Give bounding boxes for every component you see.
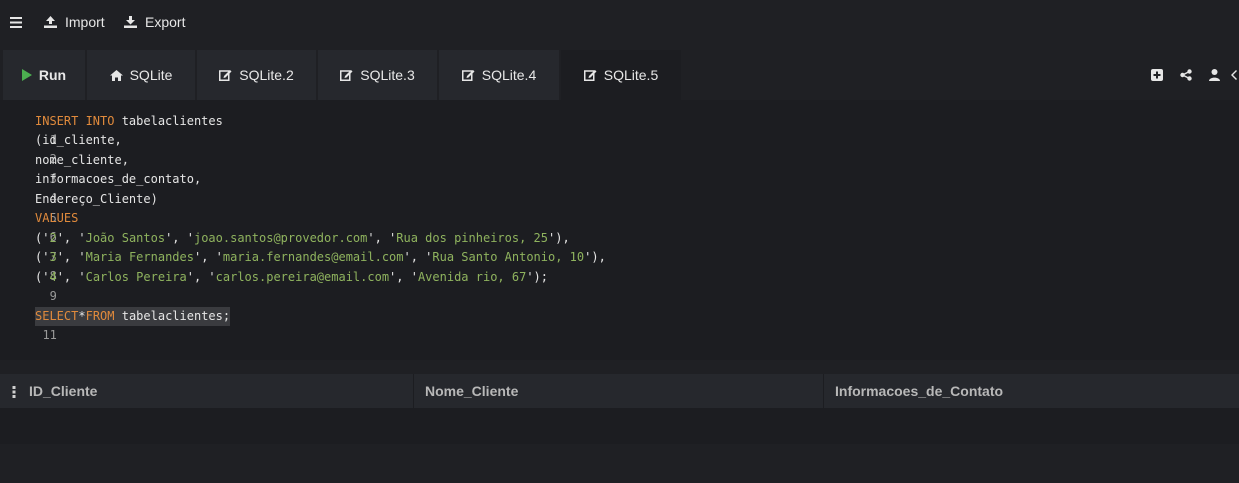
- code-line: 10: [0, 287, 56, 322]
- tab-label: SQLite.5: [603, 67, 659, 83]
- code-line: 2 (id_cliente,: [0, 131, 122, 166]
- results-header: ID_Cliente Nome_Cliente Informacoes_de_C…: [0, 374, 1239, 408]
- export-label: Export: [145, 14, 186, 30]
- column-divider[interactable]: [413, 374, 414, 408]
- chevron-icon: [1231, 70, 1237, 80]
- run-button[interactable]: Run: [3, 50, 85, 100]
- code-punct: ', ': [56, 250, 86, 264]
- sql-keyword: FROM: [85, 309, 115, 323]
- add-icon: [1150, 69, 1163, 81]
- code-punct: ', ': [56, 231, 86, 245]
- string-literal: Maria Fernandes: [85, 250, 194, 264]
- upload-icon: [44, 16, 57, 28]
- sql-keyword: INSERT INTO: [35, 114, 115, 128]
- code-line: 11 SELECT*FROM tabelaclientes;: [0, 307, 231, 342]
- code-punct: ', ': [56, 270, 86, 284]
- results-body: [0, 408, 1239, 444]
- menu-button[interactable]: [10, 12, 30, 32]
- import-button[interactable]: Import: [44, 12, 105, 32]
- code-punct: ', ': [165, 231, 194, 245]
- download-icon: [124, 16, 137, 28]
- code-line: 1 INSERT INTO tabelaclientes: [0, 112, 223, 147]
- edit-icon: [461, 70, 475, 81]
- hamburger-icon: [10, 16, 22, 28]
- code-text: *: [78, 309, 86, 323]
- string-literal: 2: [49, 231, 57, 245]
- code-line: 3 nome_cliente,: [0, 151, 129, 186]
- add-tab-button[interactable]: [1142, 50, 1171, 100]
- edit-icon: [340, 70, 353, 81]
- code-text: tabelaclientes;: [114, 309, 231, 323]
- code-punct: ');: [526, 270, 549, 284]
- string-literal: maria.fernandes@email.com: [222, 250, 404, 264]
- user-button[interactable]: [1200, 50, 1229, 100]
- share-button[interactable]: [1171, 50, 1200, 100]
- code-text: informacoes_de_contato,: [35, 172, 202, 186]
- column-header[interactable]: Informacoes_de_Contato: [835, 374, 1003, 408]
- code-text: Endereço_Cliente): [35, 192, 158, 206]
- code-line: 8 ('3', 'Maria Fernandes', 'maria.fernan…: [0, 248, 606, 283]
- code-line: 4 informacoes_de_contato,: [0, 170, 201, 205]
- edit-icon: [583, 70, 597, 81]
- tab-sqlite-2[interactable]: SQLite.2: [197, 50, 316, 100]
- tab-sqlite-5[interactable]: SQLite.5: [561, 50, 681, 100]
- play-icon: [21, 69, 32, 81]
- code-punct: ', ': [403, 250, 433, 264]
- tab-label: SQLite.2: [239, 67, 294, 83]
- share-icon: [1179, 69, 1192, 81]
- tab-bar: Run SQLite SQLite.2 SQLite.3 SQLite.4 SQ…: [0, 50, 1239, 100]
- code-punct: (': [35, 250, 50, 264]
- code-punct: '),: [584, 250, 606, 264]
- string-literal: carlos.pereira@email.com: [215, 270, 390, 284]
- selected-statement: SELECT*FROM tabelaclientes;: [35, 307, 231, 326]
- export-button[interactable]: Export: [124, 12, 185, 32]
- tab-sqlite-3[interactable]: SQLite.3: [318, 50, 437, 100]
- code-punct: '),: [548, 231, 570, 245]
- tab-sqlite[interactable]: SQLite: [87, 50, 195, 100]
- code-punct: ', ': [193, 250, 223, 264]
- line-number: 11: [42, 328, 57, 342]
- import-label: Import: [65, 14, 105, 30]
- sql-keyword: VALUES: [35, 211, 79, 225]
- code-text: tabelaclientes: [114, 114, 223, 128]
- column-divider[interactable]: [823, 374, 824, 408]
- code-text: nome_cliente,: [35, 153, 129, 167]
- edit-icon: [219, 70, 232, 81]
- top-toolbar: Import Export: [0, 0, 1239, 44]
- code-punct: ', ': [389, 270, 418, 284]
- string-literal: Rua dos pinheiros, 25: [396, 231, 548, 245]
- column-header[interactable]: ID_Cliente: [29, 374, 97, 408]
- code-line: 9 ('4', 'Carlos Pereira', 'carlos.pereir…: [0, 268, 548, 303]
- tab-label: SQLite.4: [481, 67, 537, 83]
- tab-actions: [1142, 50, 1239, 100]
- tab-sqlite-4[interactable]: SQLite.4: [439, 50, 559, 100]
- sql-editor[interactable]: 1 INSERT INTO tabelaclientes 2 (id_clien…: [0, 100, 1239, 360]
- string-literal: Avenida rio, 67: [417, 270, 527, 284]
- string-literal: João Santos: [85, 231, 166, 245]
- string-literal: joao.santos@provedor.com: [193, 231, 368, 245]
- code-line: 5 Endereço_Cliente): [0, 190, 158, 225]
- code-punct: (': [35, 270, 50, 284]
- run-label: Run: [38, 67, 67, 83]
- column-header[interactable]: Nome_Cliente: [425, 374, 518, 408]
- code-text: (id_cliente,: [35, 133, 122, 147]
- string-literal: Carlos Pereira: [85, 270, 187, 284]
- code-line: 6 VALUES: [0, 209, 78, 244]
- code-punct: (': [35, 231, 50, 245]
- string-literal: 4: [49, 270, 57, 284]
- more-button[interactable]: [1229, 50, 1239, 100]
- vertical-dots-icon: [12, 386, 16, 398]
- home-icon: [109, 69, 123, 81]
- column-menu-button[interactable]: [12, 385, 16, 403]
- tab-label: SQLite.3: [360, 67, 415, 83]
- code-punct: ', ': [367, 231, 397, 245]
- code-punct: ', ': [186, 270, 216, 284]
- code-line: 7 ('2', 'João Santos', 'joao.santos@prov…: [0, 229, 570, 264]
- tab-label: SQLite: [129, 67, 173, 83]
- string-literal: 3: [49, 250, 57, 264]
- string-literal: Rua Santo Antonio, 10: [432, 250, 585, 264]
- sql-keyword: SELECT: [35, 309, 79, 323]
- user-icon: [1209, 69, 1220, 81]
